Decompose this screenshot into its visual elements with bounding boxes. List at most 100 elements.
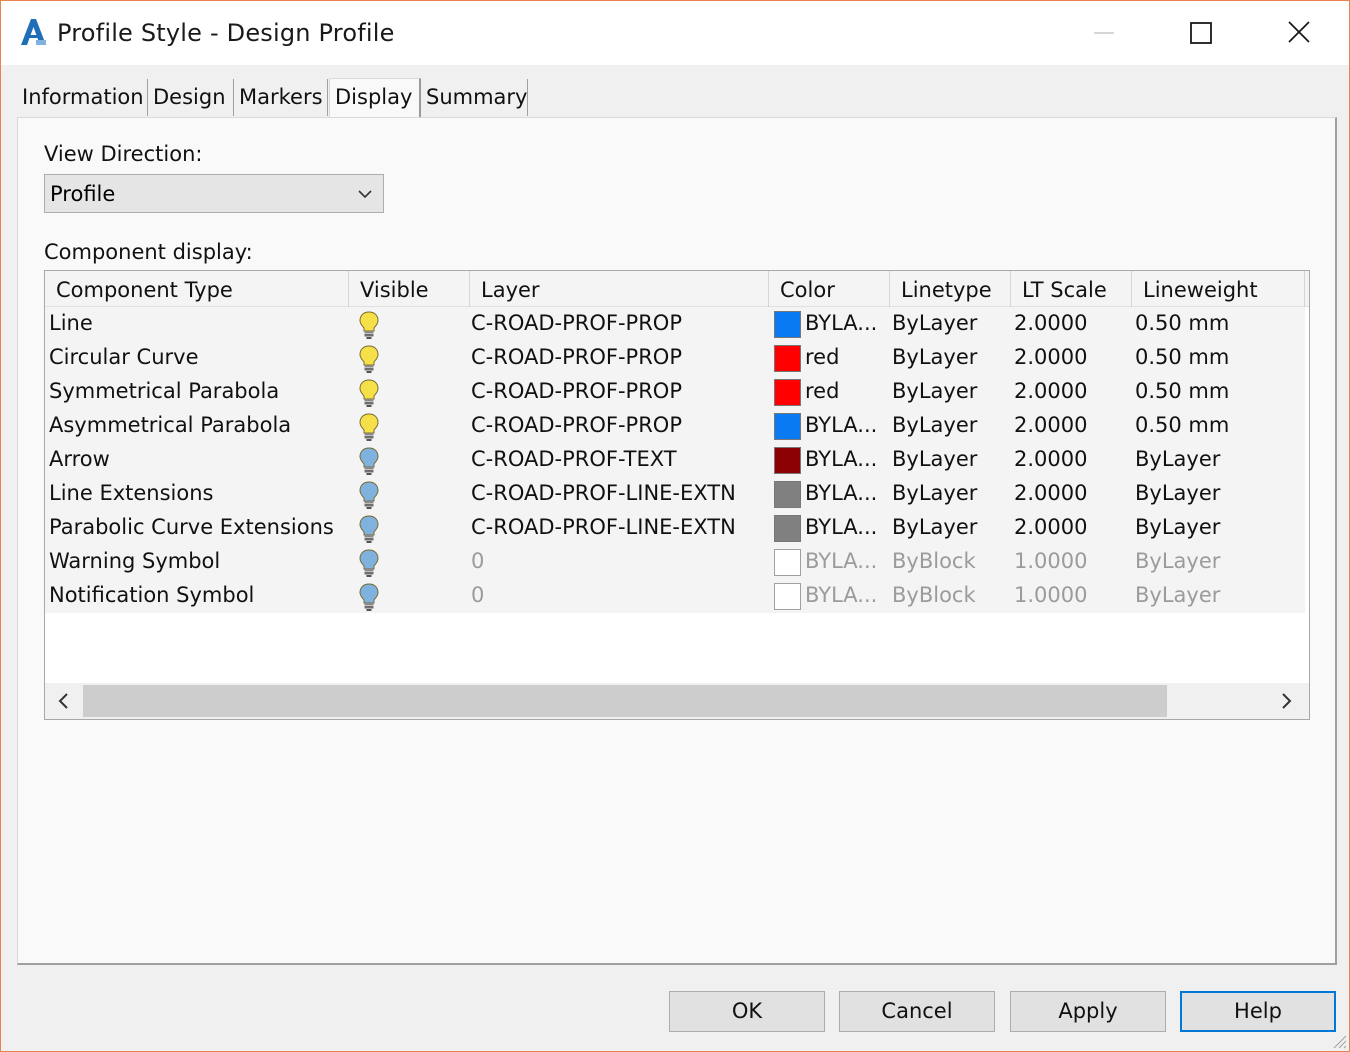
linetype-cell[interactable]: ByBlock xyxy=(892,579,976,613)
color-swatch[interactable] xyxy=(774,311,801,338)
layer-cell[interactable]: C-ROAD-PROF-LINE-EXTN xyxy=(471,511,736,545)
cancel-button[interactable]: Cancel xyxy=(839,991,995,1032)
lineweight-cell[interactable]: ByLayer xyxy=(1135,579,1220,613)
table-row[interactable]: Line C-ROAD-PROF-PROP BYLA... ByLayer 2.0000… xyxy=(45,307,1305,341)
column-header-lt-scale[interactable]: LT Scale xyxy=(1011,271,1132,307)
linetype-cell[interactable]: ByLayer xyxy=(892,307,977,341)
lightbulb-on-icon[interactable] xyxy=(357,344,381,374)
lightbulb-off-icon[interactable] xyxy=(357,480,381,510)
lightbulb-on-icon[interactable] xyxy=(357,412,381,442)
lineweight-cell[interactable]: 0.50 mm xyxy=(1135,307,1229,341)
scrollbar-thumb[interactable] xyxy=(83,685,1167,717)
color-swatch[interactable] xyxy=(774,515,801,542)
ok-button[interactable]: OK xyxy=(669,991,825,1032)
lightbulb-off-icon[interactable] xyxy=(357,548,381,578)
layer-cell[interactable]: C-ROAD-PROF-PROP xyxy=(471,375,682,409)
table-row[interactable]: Warning Symbol 0 BYLA... ByBlock 1.0000 ByLay… xyxy=(45,545,1305,579)
lineweight-cell[interactable]: 0.50 mm xyxy=(1135,375,1229,409)
lineweight-cell[interactable]: 0.50 mm xyxy=(1135,341,1229,375)
column-header-layer[interactable]: Layer xyxy=(470,271,769,307)
table-row[interactable]: Arrow C-ROAD-PROF-TEXT BYLA... ByLayer 2.000… xyxy=(45,443,1305,477)
linetype-cell[interactable]: ByLayer xyxy=(892,341,977,375)
table-row[interactable]: Parabolic Curve Extensions C-ROAD-PROF-LI… xyxy=(45,511,1305,545)
column-header-component-type[interactable]: Component Type xyxy=(45,271,349,307)
tab-markers[interactable]: Markers xyxy=(234,79,328,116)
column-header-linetype[interactable]: Linetype xyxy=(890,271,1011,307)
linetype-cell[interactable]: ByLayer xyxy=(892,409,977,443)
color-cell[interactable]: BYLA... xyxy=(805,443,877,477)
column-header-lineweight[interactable]: Lineweight xyxy=(1132,271,1305,307)
layer-cell[interactable]: C-ROAD-PROF-PROP xyxy=(471,307,682,341)
maximize-icon[interactable] xyxy=(1181,15,1221,51)
column-header-visible[interactable]: Visible xyxy=(349,271,470,307)
color-swatch[interactable] xyxy=(774,481,801,508)
color-swatch[interactable] xyxy=(774,413,801,440)
lightbulb-off-icon[interactable] xyxy=(357,446,381,476)
table-row[interactable]: Asymmetrical Parabola C-ROAD-PROF-PROP BYL… xyxy=(45,409,1305,443)
table-row[interactable]: Notification Symbol 0 BYLA... ByBlock 1.0000… xyxy=(45,579,1305,613)
tab-design[interactable]: Design xyxy=(148,79,234,116)
lineweight-cell[interactable]: ByLayer xyxy=(1135,545,1220,579)
lt-scale-cell[interactable]: 2.0000 xyxy=(1014,307,1087,341)
layer-cell[interactable]: C-ROAD-PROF-PROP xyxy=(471,409,682,443)
color-cell[interactable]: BYLA... xyxy=(805,511,877,545)
linetype-cell[interactable]: ByLayer xyxy=(892,375,977,409)
color-cell[interactable]: BYLA... xyxy=(805,477,877,511)
color-cell[interactable]: BYLA... xyxy=(805,307,877,341)
tab-summary[interactable]: Summary xyxy=(421,79,528,116)
help-button[interactable]: Help xyxy=(1180,991,1336,1032)
layer-cell[interactable]: C-ROAD-PROF-PROP xyxy=(471,341,682,375)
table-row[interactable]: Symmetrical Parabola C-ROAD-PROF-PROP red B… xyxy=(45,375,1305,409)
lt-scale-cell[interactable]: 1.0000 xyxy=(1014,579,1087,613)
linetype-cell[interactable]: ByBlock xyxy=(892,545,976,579)
table-row[interactable]: Line Extensions C-ROAD-PROF-LINE-EXTN BYLA… xyxy=(45,477,1305,511)
color-cell[interactable]: BYLA... xyxy=(805,409,877,443)
tab-display[interactable]: Display xyxy=(329,78,421,117)
scroll-left-icon[interactable] xyxy=(55,692,73,710)
lineweight-cell[interactable]: ByLayer xyxy=(1135,443,1220,477)
color-cell[interactable]: red xyxy=(805,341,839,375)
scroll-right-icon[interactable] xyxy=(1277,692,1295,710)
table-row[interactable]: Circular Curve C-ROAD-PROF-PROP red ByLayer… xyxy=(45,341,1305,375)
view-direction-value: Profile xyxy=(50,182,116,206)
lightbulb-on-icon[interactable] xyxy=(357,378,381,408)
lineweight-cell[interactable]: ByLayer xyxy=(1135,511,1220,545)
view-direction-label: View Direction: xyxy=(44,142,203,166)
layer-cell[interactable]: C-ROAD-PROF-TEXT xyxy=(471,443,677,477)
lightbulb-off-icon[interactable] xyxy=(357,582,381,612)
lt-scale-cell[interactable]: 2.0000 xyxy=(1014,477,1087,511)
layer-cell[interactable]: C-ROAD-PROF-LINE-EXTN xyxy=(471,477,736,511)
color-swatch[interactable] xyxy=(774,549,801,576)
resize-grip-icon[interactable] xyxy=(1329,1031,1347,1049)
linetype-cell[interactable]: ByLayer xyxy=(892,477,977,511)
title-bar[interactable]: Profile Style - Design Profile xyxy=(1,1,1349,65)
linetype-cell[interactable]: ByLayer xyxy=(892,511,977,545)
lt-scale-cell[interactable]: 2.0000 xyxy=(1014,341,1087,375)
lineweight-cell[interactable]: ByLayer xyxy=(1135,477,1220,511)
layer-cell[interactable]: 0 xyxy=(471,579,484,613)
minimize-icon[interactable] xyxy=(1084,15,1124,51)
apply-button[interactable]: Apply xyxy=(1010,991,1166,1032)
color-swatch[interactable] xyxy=(774,447,801,474)
lt-scale-cell[interactable]: 2.0000 xyxy=(1014,409,1087,443)
lt-scale-cell[interactable]: 2.0000 xyxy=(1014,443,1087,477)
lt-scale-cell[interactable]: 1.0000 xyxy=(1014,545,1087,579)
color-cell[interactable]: BYLA... xyxy=(805,545,877,579)
color-swatch[interactable] xyxy=(774,345,801,372)
lightbulb-on-icon[interactable] xyxy=(357,310,381,340)
color-swatch[interactable] xyxy=(774,583,801,610)
lightbulb-off-icon[interactable] xyxy=(357,514,381,544)
column-header-color[interactable]: Color xyxy=(769,271,890,307)
color-cell[interactable]: BYLA... xyxy=(805,579,877,613)
layer-cell[interactable]: 0 xyxy=(471,545,484,579)
horizontal-scrollbar[interactable] xyxy=(45,683,1309,719)
lineweight-cell[interactable]: 0.50 mm xyxy=(1135,409,1229,443)
tab-information[interactable]: Information xyxy=(17,79,148,116)
view-direction-dropdown[interactable]: Profile xyxy=(44,174,384,213)
color-swatch[interactable] xyxy=(774,379,801,406)
close-icon[interactable] xyxy=(1279,15,1319,51)
color-cell[interactable]: red xyxy=(805,375,839,409)
lt-scale-cell[interactable]: 2.0000 xyxy=(1014,511,1087,545)
lt-scale-cell[interactable]: 2.0000 xyxy=(1014,375,1087,409)
linetype-cell[interactable]: ByLayer xyxy=(892,443,977,477)
